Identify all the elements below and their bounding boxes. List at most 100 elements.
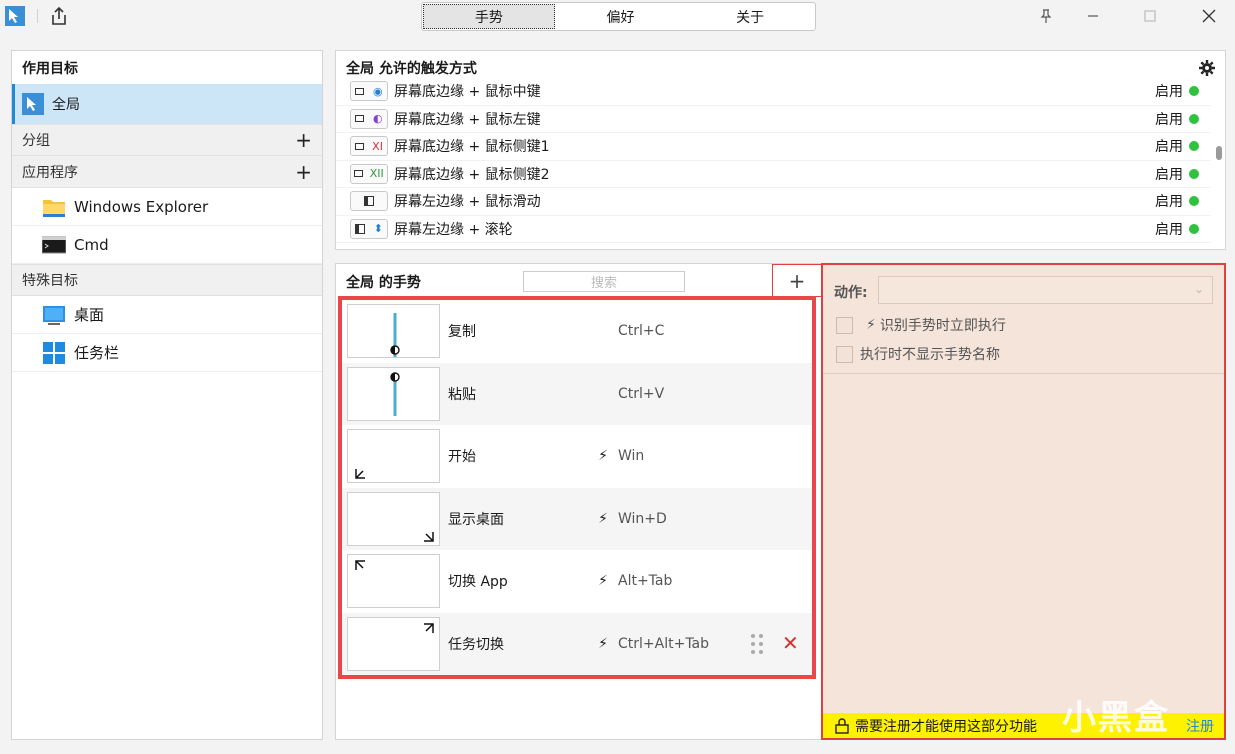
app-windows-explorer[interactable]: Windows Explorer — [12, 188, 322, 226]
gesture-name: 复制 — [448, 324, 476, 341]
app-cmd[interactable]: Cmd — [12, 226, 322, 264]
tab-gestures[interactable]: 手势 — [423, 4, 555, 29]
tab-about[interactable]: 关于 — [685, 3, 815, 30]
gesture-row[interactable]: 显示桌面 ⚡ Win+D — [342, 487, 812, 550]
action-panel: 动作: ⌄ ⚡ 识别手势时立即执行 执行时不显示手势名称 需要注册才能使用这部分… — [821, 263, 1226, 740]
gesture-row[interactable]: 粘贴 Ctrl+V — [342, 362, 812, 425]
minimize-button[interactable] — [1081, 4, 1105, 28]
title-separator — [37, 9, 38, 23]
app-label: Cmd — [74, 235, 109, 254]
gesture-row[interactable]: 任务切换 ⚡ Ctrl+Alt+Tab ✕ — [342, 612, 812, 675]
apps-section: 应用程序 + — [12, 156, 322, 188]
enabled-dot — [1189, 141, 1199, 152]
special-taskbar[interactable]: 任务栏 — [12, 334, 322, 372]
trigger-title: 全局 允许的触发方式 — [346, 61, 477, 77]
search-input[interactable]: 搜索 — [523, 271, 685, 292]
add-app-icon[interactable]: + — [295, 160, 312, 184]
gesture-row[interactable]: 开始 ⚡ Win — [342, 425, 812, 488]
trigger-status: 启用 — [1155, 139, 1183, 156]
hide-name-option[interactable]: 执行时不显示手势名称 — [836, 344, 1000, 364]
groups-label: 分组 — [22, 133, 50, 149]
gesture-list: 复制 Ctrl+C 粘贴 Ctrl+V 开始 ⚡ Win 显示桌面 ⚡ Win+… — [338, 296, 816, 679]
mouse-slide-icon — [350, 191, 388, 212]
app-cursor-icon — [5, 6, 25, 26]
add-group-icon[interactable]: + — [295, 128, 312, 152]
gesture-key: Alt+Tab — [618, 573, 673, 590]
trigger-row[interactable]: ◉ 屏幕底边缘 + 鼠标中键 启用 — [336, 78, 1211, 106]
option-label: 执行时不显示手势名称 — [860, 347, 1000, 363]
trigger-status: 启用 — [1155, 221, 1183, 238]
close-button[interactable] — [1197, 4, 1221, 28]
scroll-wheel-icon: ⬍ — [350, 218, 388, 239]
line-up-icon — [390, 313, 400, 358]
gesture-thumb-line-down — [347, 366, 440, 421]
trigger-row[interactable]: XII 屏幕底边缘 + 鼠标侧键2 启用 — [336, 161, 1211, 188]
gesture-name: 任务切换 — [448, 636, 504, 653]
bolt-icon: ⚡ — [866, 317, 876, 333]
folder-icon — [43, 199, 65, 217]
main-tabs: 手势 偏好 关于 — [421, 2, 816, 31]
terminal-icon — [42, 236, 66, 253]
gesture-thumb-corner-tr — [347, 616, 440, 671]
gesture-name: 显示桌面 — [448, 511, 504, 528]
enabled-dot — [1189, 168, 1199, 179]
drag-handle-icon[interactable] — [750, 633, 764, 655]
target-global-label: 全局 — [52, 97, 80, 113]
gesture-key: Win — [618, 448, 645, 465]
trigger-label: 屏幕底边缘 + 鼠标左键 — [394, 111, 541, 128]
register-link[interactable]: 注册 — [1186, 716, 1214, 736]
delete-icon[interactable]: ✕ — [782, 631, 799, 655]
checkbox[interactable] — [836, 345, 853, 363]
trigger-label: 屏幕底边缘 + 鼠标中键 — [394, 84, 541, 101]
trigger-status: 启用 — [1155, 166, 1183, 183]
gesture-thumb-corner-bl — [347, 429, 440, 484]
close-icon — [1202, 9, 1216, 23]
title-bar: 手势 偏好 关于 — [0, 0, 1235, 36]
line-down-icon — [390, 372, 400, 416]
gesture-row[interactable]: 复制 Ctrl+C — [342, 300, 812, 363]
action-select[interactable]: ⌄ — [878, 276, 1213, 304]
trigger-panel: 全局 允许的触发方式 ◉ 屏幕底边缘 + 鼠标中键 启用 ◐ 屏幕底边缘 + 鼠… — [335, 50, 1226, 250]
checkbox[interactable] — [836, 316, 853, 334]
bolt-icon: ⚡ — [598, 573, 608, 590]
trigger-row[interactable]: ◐ 屏幕底边缘 + 鼠标左键 启用 — [336, 106, 1211, 133]
trigger-label: 屏幕左边缘 + 滚轮 — [394, 221, 513, 238]
chevron-down-icon: ⌄ — [1193, 282, 1204, 296]
trigger-row[interactable]: 屏幕左边缘 + 鼠标滑动 启用 — [336, 188, 1211, 216]
gesture-thumb-corner-br — [347, 491, 440, 546]
trigger-label: 屏幕底边缘 + 鼠标侧键2 — [394, 166, 550, 183]
special-label: 任务栏 — [74, 344, 120, 362]
enabled-dot — [1189, 113, 1199, 124]
add-gesture-button[interactable]: + — [772, 264, 822, 297]
target-global[interactable]: 全局 — [12, 84, 322, 124]
share-icon[interactable] — [48, 5, 70, 27]
watermark: 小黑盒 — [1062, 698, 1170, 738]
pin-button[interactable] — [1034, 4, 1058, 28]
gesture-key: Ctrl+C — [618, 323, 665, 340]
corner-top-left-icon — [355, 560, 365, 571]
gear-icon[interactable] — [1199, 60, 1215, 76]
maximize-button[interactable] — [1138, 4, 1162, 28]
target-header: 作用目标 — [22, 60, 78, 77]
immediate-execute-option[interactable]: ⚡ 识别手势时立即执行 — [836, 315, 1006, 335]
trigger-label: 屏幕底边缘 + 鼠标侧键1 — [394, 139, 550, 156]
trigger-scrollbar[interactable] — [1216, 146, 1222, 160]
maximize-icon — [1144, 10, 1156, 22]
corner-top-right-icon — [424, 623, 434, 633]
tab-preferences[interactable]: 偏好 — [556, 3, 686, 30]
mouse-left-icon: ◐ — [350, 108, 388, 129]
enabled-dot — [1189, 223, 1199, 234]
gesture-name: 切换 App — [448, 574, 508, 591]
trigger-row[interactable]: ⬍ 屏幕左边缘 + 滚轮 启用 — [336, 216, 1211, 243]
gesture-row[interactable]: 切换 App ⚡ Alt+Tab — [342, 550, 812, 613]
special-desktop[interactable]: 桌面 — [12, 296, 322, 334]
gesture-panel: 全局 的手势 搜索 + 复制 Ctrl+C 粘贴 Ctrl+V 开始 ⚡ Win… — [335, 263, 822, 740]
mouse-x1-icon: XI — [350, 136, 388, 157]
trigger-row[interactable]: XI 屏幕底边缘 + 鼠标侧键1 启用 — [336, 133, 1211, 161]
windows-icon — [43, 341, 65, 364]
apps-label: 应用程序 — [22, 164, 78, 181]
trigger-status: 启用 — [1155, 111, 1183, 128]
corner-bottom-left-icon — [355, 469, 365, 479]
gesture-name: 开始 — [448, 449, 476, 466]
bolt-icon: ⚡ — [598, 510, 608, 527]
